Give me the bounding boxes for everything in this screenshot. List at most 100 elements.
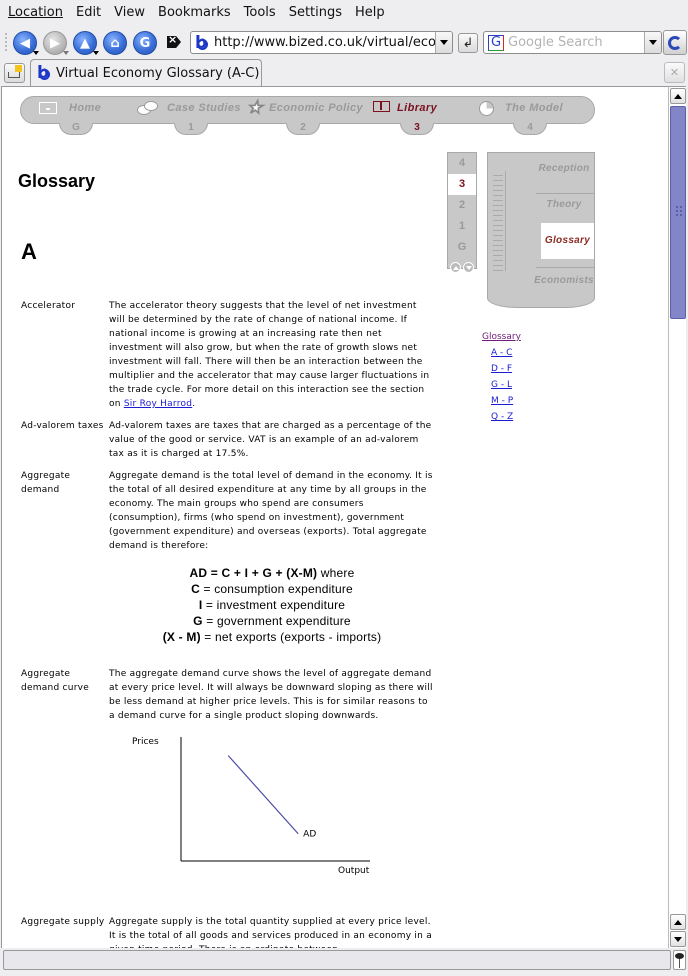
floor-tab-4[interactable]: 4 [513,123,547,135]
room-reception[interactable]: Reception [534,163,594,177]
glossary-link[interactable]: Glossary [482,329,521,345]
room-economists[interactable]: Economists [534,275,594,289]
arrow-down-icon [465,265,472,270]
range-link-m-p[interactable]: M - P [482,393,521,409]
entry-definition: Ad-valorem taxes are taxes that are char… [109,421,432,459]
entry-term: Aggregate demand curve [21,669,90,693]
vertical-scrollbar[interactable] [668,86,686,948]
nav-tab-case-studies[interactable]: Case Studies [137,101,241,115]
back-icon: ◀ [20,35,30,51]
aggregate-demand-chart: Prices Output AD [132,737,370,876]
glossary-entry: Aggregate supply Aggregate supply is the… [21,915,441,948]
up-dropdown-icon[interactable] [93,51,99,55]
formula-line: (X - M) = net exports (exports - imports… [162,630,382,644]
home-icon: ⌂ [110,35,120,51]
tab-glossary[interactable]: b Virtual Economy Glossary (A-C) [30,59,262,86]
entry-definition: The accelerator theory suggests that the… [109,301,430,409]
entry-term: Ad-valorem taxes [21,421,104,431]
y-axis-label: Prices [132,737,159,747]
speech-bubbles-icon [137,101,159,115]
floor-up-button[interactable] [450,262,461,273]
arrow-down-icon [674,936,682,942]
menu-view[interactable]: View [109,5,150,20]
nav-tab-the-model[interactable]: The Model [479,101,563,116]
formula-line: C = consumption expenditure [191,582,353,596]
close-tab-button[interactable]: ✕ [664,62,685,83]
search-bar[interactable]: G Google Search [483,31,662,54]
url-history-dropdown[interactable] [435,32,452,53]
kde-activity-button[interactable] [663,30,687,55]
floor-down-button[interactable] [463,262,474,273]
go-button[interactable]: ↲ [458,33,478,53]
entry-definition: Aggregate demand is the total level of d… [109,471,433,551]
floor-tab-3[interactable]: 3 [400,123,434,135]
site-favicon-icon: b [37,63,50,83]
book-icon [373,101,390,115]
range-link-d-f[interactable]: D - F [482,361,521,377]
room-theory[interactable]: Theory [534,199,594,213]
menu-location[interactable]: Location [3,5,68,20]
url-input[interactable]: http://www.bized.co.uk/virtual/economy/l… [214,35,435,50]
clear-location-icon[interactable] [167,36,181,48]
menu-edit[interactable]: Edit [71,5,106,20]
floor-4[interactable]: 4 [448,153,476,174]
nav-tab-home[interactable]: Home [39,101,101,115]
letter-heading: A [21,239,37,264]
forward-history-dropdown-icon[interactable] [63,51,69,55]
floor-tab-g[interactable]: G [59,123,93,135]
page-title: Glossary [18,171,96,191]
x-axis-label: Output [338,866,370,876]
glossary-entry: Ad-valorem taxes Ad-valorem taxes are ta… [21,419,441,461]
grip-icon [675,205,683,217]
arrow-up-icon [452,265,459,270]
location-bar[interactable]: b http://www.bized.co.uk/virtual/economy… [190,31,453,54]
floor-tab-2[interactable]: 2 [286,123,320,135]
floor-3[interactable]: 3 [448,174,476,195]
menu-help[interactable]: Help [350,5,390,20]
menu-tools[interactable]: Tools [239,5,281,20]
ad-curve-line [227,755,299,835]
ad-curve-label: AD [303,830,316,840]
menu-settings[interactable]: Settings [284,5,347,20]
formula-line: G = government expenditure [193,614,351,628]
formula-line: I = investment expenditure [198,598,346,612]
sir-roy-harrod-link[interactable]: Sir Roy Harrod [124,399,192,409]
home-button[interactable]: ⌂ [103,31,127,55]
scroll-up-button[interactable] [670,88,686,104]
scroll-up-button-lower[interactable] [670,914,686,930]
floor-2[interactable]: 2 [448,195,476,216]
reload-button[interactable]: G [133,31,157,55]
back-history-dropdown-icon[interactable] [33,51,39,55]
floor-selector: 4 3 2 1 G [447,152,477,269]
building-map: Reception Theory Glossary Economists [487,152,595,308]
menu-bookmarks[interactable]: Bookmarks [153,5,236,20]
scrollbar-thumb[interactable] [670,106,686,319]
go-icon: ↲ [462,35,474,51]
chevron-down-icon [440,40,448,45]
room-glossary[interactable]: Glossary [541,223,594,259]
arrow-up-icon [674,93,682,99]
tab-title: Virtual Economy Glossary (A-C) [56,65,260,81]
search-input[interactable]: Google Search [508,35,644,50]
briefcase-icon [39,101,57,115]
scroll-down-button[interactable] [670,931,686,947]
nav-tab-library[interactable]: Library [373,101,437,115]
kde-icon [668,35,682,50]
floor-g[interactable]: G [448,237,476,258]
map-wall [505,171,506,271]
new-tab-button[interactable] [4,63,25,83]
nav-tab-economic-policy[interactable]: ★ Economic Policy [247,99,363,117]
floor-1[interactable]: 1 [448,216,476,237]
security-icon[interactable] [673,950,686,970]
toolbar-grip[interactable] [5,33,8,51]
google-icon[interactable]: G [488,34,504,51]
range-link-a-c[interactable]: A - C [482,345,521,361]
search-engine-dropdown[interactable] [644,32,661,53]
floor-tab-1[interactable]: 1 [174,123,208,135]
chevron-down-icon [649,40,657,45]
page-viewport: Home Case Studies ★ Economic Policy Libr… [1,86,668,948]
range-link-g-l[interactable]: G - L [482,377,521,393]
up-icon: ▲ [80,35,90,51]
navigation-toolbar: ◀ ▶ ▲ ⌂ G b http://www.bized.co.uk/virtu… [0,27,688,57]
range-link-q-z[interactable]: Q - Z [482,409,521,425]
